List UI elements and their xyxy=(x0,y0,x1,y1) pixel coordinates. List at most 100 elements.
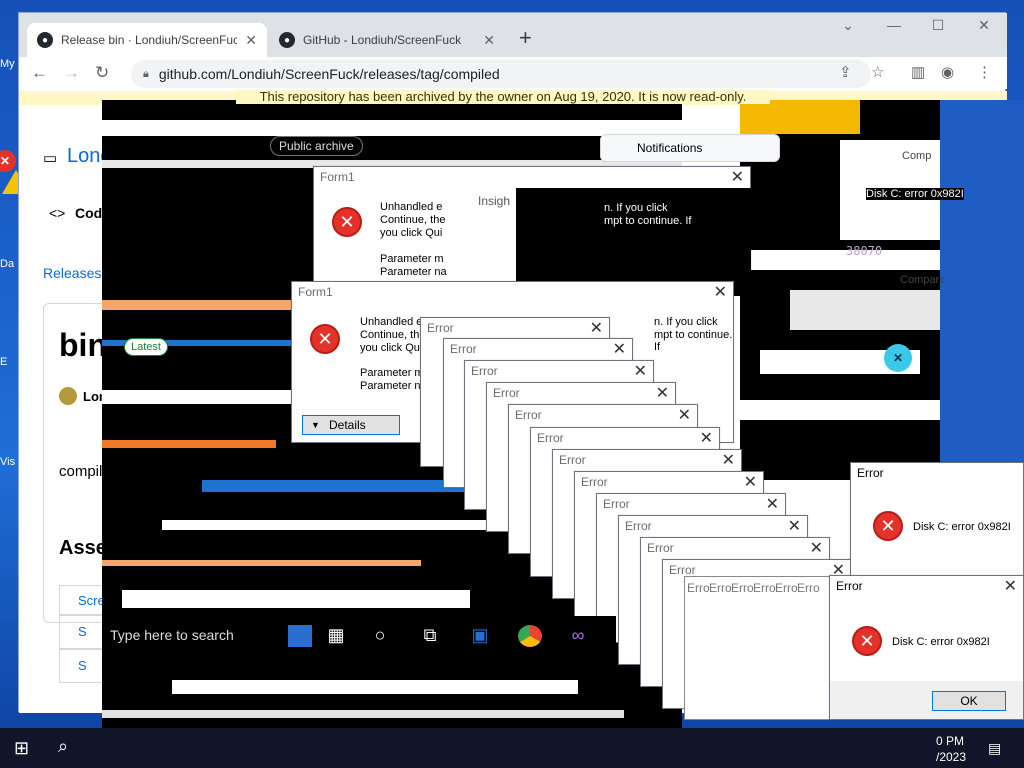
close-icon[interactable]: ✕ xyxy=(722,450,735,470)
dialog-text: Parameter m xyxy=(360,367,424,379)
dialog-title: Error xyxy=(669,563,696,577)
dialog-title: Error xyxy=(427,321,454,335)
address-bar[interactable]: 🔒︎ github.com/Londiuh/ScreenFuck/release… xyxy=(131,60,871,88)
disk-error-fragment: Disk C: error 0x982I xyxy=(866,188,964,200)
notification-icon[interactable]: ▤ xyxy=(988,740,1001,757)
profile-avatar[interactable]: ◉ xyxy=(941,63,954,81)
details-button[interactable]: ▼ Details xyxy=(302,415,400,435)
glitch-area-right xyxy=(740,100,1024,480)
release-title: bin xyxy=(59,327,107,363)
bookmark-star-icon[interactable]: ☆ xyxy=(871,63,884,81)
tab-label: GitHub - Londiuh/ScreenFuck xyxy=(303,33,462,47)
search-icon[interactable]: ⌕ xyxy=(58,736,68,757)
error-icon: ✕ xyxy=(332,207,362,237)
dialog-title: Error xyxy=(581,475,608,489)
close-window-button[interactable]: ✕ xyxy=(961,17,1007,34)
cortana-icon[interactable]: ○ xyxy=(368,625,392,647)
lock-icon: 🔒︎ xyxy=(143,67,149,80)
error-icon: ✕ xyxy=(0,150,16,172)
desktop-icon-label[interactable]: E xyxy=(0,356,20,368)
error-dialog: Error ✕ ✕ Disk C: error 0x982I OK xyxy=(829,575,1024,720)
start-windows-icon[interactable]: ⊞ xyxy=(14,738,34,758)
tab-strip: ● Release bin · Londiuh/ScreenFuck ✕ ● G… xyxy=(19,13,1007,57)
calculator-icon[interactable]: ▦ xyxy=(324,625,348,647)
tab-release-bin[interactable]: ● Release bin · Londiuh/ScreenFuck ✕ xyxy=(27,23,267,57)
github-icon: ● xyxy=(279,32,295,48)
dialog-title: Error xyxy=(836,579,863,593)
close-icon[interactable]: ✕ xyxy=(714,282,727,302)
dialog-title: Erro xyxy=(731,581,754,595)
desktop-icon-label[interactable]: Da xyxy=(0,258,20,270)
side-panel-icon[interactable]: ▥ xyxy=(911,63,925,81)
public-archive-label: Public archive xyxy=(270,136,363,156)
dialog-title: Erro xyxy=(797,581,820,595)
close-tab-icon[interactable]: ✕ xyxy=(245,32,257,49)
releases-link[interactable]: Releases xyxy=(43,265,101,281)
latest-badge: Latest xyxy=(124,338,168,356)
compare-fragment: Comp xyxy=(902,150,932,162)
maximize-button[interactable]: ☐ xyxy=(915,17,961,34)
close-icon[interactable]: ✕ xyxy=(613,339,626,359)
dialog-title: Error xyxy=(603,497,630,511)
file-explorer-icon[interactable] xyxy=(288,625,312,647)
dialog-text: you click Qui xyxy=(380,227,443,239)
close-icon[interactable]: ✕ xyxy=(810,538,823,558)
desktop-icon-label[interactable]: My xyxy=(0,58,20,70)
store-icon[interactable]: ▣ xyxy=(468,625,492,647)
error-icon: ✕ xyxy=(873,511,903,541)
notifications-button[interactable]: Notifications xyxy=(600,134,780,162)
share-icon[interactable]: ⇪ xyxy=(839,63,852,81)
reload-icon[interactable]: ↻ xyxy=(95,63,109,83)
ghost-search-field[interactable]: Type here to search xyxy=(104,620,284,650)
forward-icon[interactable]: → xyxy=(63,63,80,83)
error-message: Disk C: error 0x982I xyxy=(892,636,990,648)
tab-label: Release bin · Londiuh/ScreenFuck xyxy=(61,33,237,47)
close-icon[interactable]: ✕ xyxy=(590,318,603,338)
chrome-icon[interactable] xyxy=(518,625,542,647)
close-icon[interactable]: ✕ xyxy=(731,167,744,187)
close-icon[interactable]: ✕ xyxy=(1004,576,1017,596)
close-icon[interactable]: ✕ xyxy=(788,516,801,536)
close-icon[interactable]: ✕ xyxy=(700,428,713,448)
error-icon: ✕ xyxy=(310,324,340,354)
close-icon[interactable]: ✕ xyxy=(678,405,691,425)
dialog-title: Error xyxy=(625,519,652,533)
close-tab-icon[interactable]: ✕ xyxy=(483,32,495,49)
ok-button[interactable]: OK xyxy=(932,691,1006,711)
archive-banner-ghost: This repository has been archived by the… xyxy=(236,90,770,104)
close-icon[interactable]: ✕ xyxy=(744,472,757,492)
menu-icon[interactable]: ⋮ xyxy=(977,63,992,81)
visual-studio-icon[interactable]: ∞ xyxy=(566,625,590,647)
dialog-text: mpt to continue. If xyxy=(604,215,692,227)
dialog-title: Erro xyxy=(709,581,732,595)
dialog-text: mpt to continue. If xyxy=(654,329,733,353)
tab-github[interactable]: ● GitHub - Londiuh/ScreenFuck ✕ xyxy=(269,23,505,57)
close-circle-icon: ✕ xyxy=(884,344,912,372)
expand-arrow-icon: ▼ xyxy=(311,420,320,430)
code-icon: <> xyxy=(49,205,66,221)
dialog-title: Error xyxy=(450,342,477,356)
tab-search-icon[interactable]: ⌄ xyxy=(825,17,871,34)
close-icon[interactable]: ✕ xyxy=(634,361,647,381)
clock-time[interactable]: 0 PM xyxy=(936,734,964,748)
dialog-footer: OK xyxy=(830,681,1023,719)
dialog-title: Error xyxy=(471,364,498,378)
close-icon[interactable]: ✕ xyxy=(656,383,669,403)
dialog-title: Form1 xyxy=(320,170,355,184)
new-tab-button[interactable]: + xyxy=(519,25,532,51)
dialog-title: Error xyxy=(493,386,520,400)
dialog-text: Unhandled e xyxy=(360,316,423,328)
dialog-title: Error xyxy=(537,431,564,445)
task-view-icon[interactable]: ⧉ xyxy=(418,625,442,647)
minimize-button[interactable]: — xyxy=(871,17,917,33)
dialog-text: Parameter na xyxy=(360,380,427,392)
dialog-text: Continue, the xyxy=(380,214,446,226)
dialog-title: Erro xyxy=(687,581,710,595)
back-icon[interactable]: ← xyxy=(31,63,48,83)
dialog-text: you click Qui xyxy=(360,342,423,354)
dialog-title: Erro xyxy=(775,581,798,595)
close-icon[interactable]: ✕ xyxy=(766,494,779,514)
clock-date[interactable]: /2023 xyxy=(936,750,966,764)
error-icon: ✕ xyxy=(852,626,882,656)
desktop-icon-label[interactable]: Vis xyxy=(0,456,20,468)
